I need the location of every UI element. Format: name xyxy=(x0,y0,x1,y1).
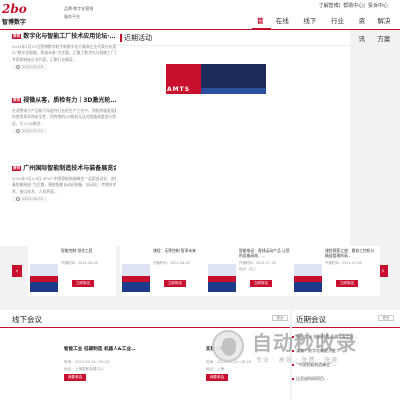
meeting-date: 开播时间：2024-07-08 xyxy=(325,261,362,265)
join-button[interactable]: 我要参会 xyxy=(64,374,86,381)
news-tag: 资讯 xyxy=(12,98,22,103)
meeting-location: 地点：线上 xyxy=(239,267,256,271)
thumb-stripe xyxy=(30,282,58,292)
toplink-complaint[interactable]: 投诉中心 xyxy=(368,3,388,9)
register-button[interactable]: 立即报名 xyxy=(336,280,358,287)
news-list: 资讯 数字化与智能工厂技术应用论坛·… 2024年1月15日暨博数字联手新数字化方… xyxy=(0,30,132,246)
meeting-carousel: ‹ › 智能控制 领先工匠 开播时间：2024-06-28 立即报名 课程：无界… xyxy=(0,246,400,310)
meeting-card[interactable]: 课程：无界控制 智享未来 开播时间：2024-06-28 立即报名 xyxy=(120,246,208,296)
clock-icon xyxy=(16,197,20,201)
bullet-icon xyxy=(292,378,294,380)
thumb-stripe xyxy=(208,282,236,292)
divider xyxy=(116,45,350,46)
thumb-stripe xyxy=(122,282,150,292)
banner-text: AMTS xyxy=(167,86,191,93)
more-link[interactable]: 更多 xyxy=(378,315,394,321)
news-title-text: 视微从客，质检有力｜3D激光轮… xyxy=(23,97,117,104)
meeting-card[interactable]: 智能控制 领先工匠 开播时间：2024-06-28 立即报名 xyxy=(28,246,116,296)
register-button[interactable]: 立即报名 xyxy=(72,280,94,287)
page: 2bo 智博数字 品牌·数字化营销 服务平台 了解智博|帮助中心|投诉中心 首页… xyxy=(0,0,400,400)
meeting-thumbnail xyxy=(30,264,58,292)
join-button[interactable]: 我要参会 xyxy=(206,374,228,381)
meeting-date: 开播时间：2024-06-28 xyxy=(61,261,98,265)
meeting-card[interactable]: 智能电动：直线运动产品 让您的设备高效、… 开播时间：2024-07-16 地点… xyxy=(206,246,294,296)
clock-icon xyxy=(16,65,20,69)
main-nav: 首页 在线会议 线下会议 行业展会 资讯 解决方案 xyxy=(252,12,400,43)
site-header: 2bo 智博数字 品牌·数字化营销 服务平台 了解智博|帮助中心|投诉中心 首页… xyxy=(0,0,400,43)
clock-icon xyxy=(16,129,20,133)
activity-banner-image[interactable]: AMTS xyxy=(166,64,266,94)
section-title: 近期活动 xyxy=(120,34,152,42)
event-location: 地点：上海 xyxy=(206,367,224,371)
list-item[interactable]: 比亚迪科研项目… xyxy=(292,376,398,382)
news-tag: 资讯 xyxy=(12,166,22,171)
logo-mark: 2bo xyxy=(2,2,27,16)
banner-blue-band xyxy=(201,88,266,94)
toplink-about[interactable]: 了解智博 xyxy=(319,3,339,9)
recent-activities: 近期活动 AMTS xyxy=(116,30,350,246)
news-date: 2023-05-26 xyxy=(12,64,47,70)
list-item-text: 比亚迪科研项目… xyxy=(296,376,328,381)
event-date: 时间：2024-09-26~09-28 xyxy=(64,360,110,364)
site-logo[interactable]: 2bo 智博数字 xyxy=(2,3,46,27)
event-thumbnail xyxy=(154,342,202,382)
event-thumbnail xyxy=(12,342,60,382)
register-button[interactable]: 立即报名 xyxy=(250,280,272,287)
thumb-stripe xyxy=(294,282,322,292)
news-summary: 2024年3月4-6日 SPLF“中国智能制造峰会”“运用自动化、进阶高端装备智… xyxy=(12,176,132,194)
carousel-prev-button[interactable]: ‹ xyxy=(12,265,22,277)
meeting-thumbnail xyxy=(294,264,322,292)
meeting-title: 课程：无界控制 智享未来 xyxy=(153,248,196,253)
watermark-text: 自动秒收录 xyxy=(252,331,357,355)
more-link[interactable]: 更多 xyxy=(272,315,288,321)
meeting-title: 智能控制 领先工匠 xyxy=(61,248,93,253)
meeting-date: 开播时间：2024-07-16 xyxy=(239,261,276,265)
nav-solutions[interactable]: 解决方案 xyxy=(372,12,400,43)
event-title: 智能工业 低碳制造 机器人&工业… xyxy=(64,347,136,352)
nav-exhibition[interactable]: 行业展会 xyxy=(326,12,354,43)
toplink-help[interactable]: 帮助中心 xyxy=(343,3,363,9)
event-location: 地点：上海国家会展中心 xyxy=(64,367,104,371)
news-summary: 在消费电子产品和汽车配件行业的生产工艺中，涂胶质量直接影响产品的使用寿命和安全性… xyxy=(12,108,130,126)
watermark-subtext: 专业 · 高效 · 免费 · 快速 xyxy=(256,357,339,364)
slogan-line2: 服务平台 xyxy=(64,14,80,19)
meeting-title: 课程探索之旅：跟协工控机与精益管理的高… xyxy=(325,248,375,258)
meeting-thumbnail xyxy=(208,264,236,292)
news-summary: 2024年1月15日暨博数字联手新数字化方案商企业代表在东莞举办，以“数字化赋能… xyxy=(12,44,130,62)
site-slogan: 品牌·数字化营销 服务平台 xyxy=(64,5,93,21)
news-date: 2023-12-21 xyxy=(12,128,47,134)
nav-news[interactable]: 资讯 xyxy=(354,12,373,43)
slogan-line1: 品牌·数字化营销 xyxy=(64,6,94,11)
news-tag: 资讯 xyxy=(12,34,22,39)
nav-home[interactable]: 首页 xyxy=(252,12,271,43)
news-title-text: 数字化与智能工厂技术应用论坛·… xyxy=(23,33,116,40)
top-links: 了解智博| 帮助中心| 投诉中心 xyxy=(318,3,388,9)
section-title: 线下会议 xyxy=(12,315,42,324)
meeting-card[interactable]: 课程探索之旅：跟协工控机与精益管理的高… 开播时间：2024-07-08 立即报… xyxy=(292,246,380,296)
event-card[interactable]: 智能工业 低碳制造 机器人&工业… 时间：2024-09-26~09-28 地点… xyxy=(0,334,140,396)
meeting-date: 开播时间：2024-06-28 xyxy=(153,261,190,265)
logo-name: 智博数字 xyxy=(2,19,27,26)
register-button[interactable]: 立即报名 xyxy=(164,280,186,287)
nav-online-meeting[interactable]: 在线会议 xyxy=(271,12,299,43)
news-date-text: 2023-12-21 xyxy=(22,129,43,133)
news-date: 2023-06-30 xyxy=(12,196,47,202)
watermark-logo-core xyxy=(222,338,236,356)
nav-offline-meeting[interactable]: 线下会议 xyxy=(298,12,326,43)
watermark-logo-icon xyxy=(212,330,244,362)
watermark: 自动秒收录 专业 · 高效 · 免费 · 快速 xyxy=(212,322,392,366)
meeting-title: 智能电动：直线运动产品 让您的设备高效、… xyxy=(239,248,290,258)
news-date-text: 2023-05-26 xyxy=(22,65,43,69)
news-date-text: 2023-06-30 xyxy=(22,197,43,201)
meeting-thumbnail xyxy=(122,264,150,292)
news-title-text: 广州国际智能制造技术与装备展览会 xyxy=(23,165,120,172)
